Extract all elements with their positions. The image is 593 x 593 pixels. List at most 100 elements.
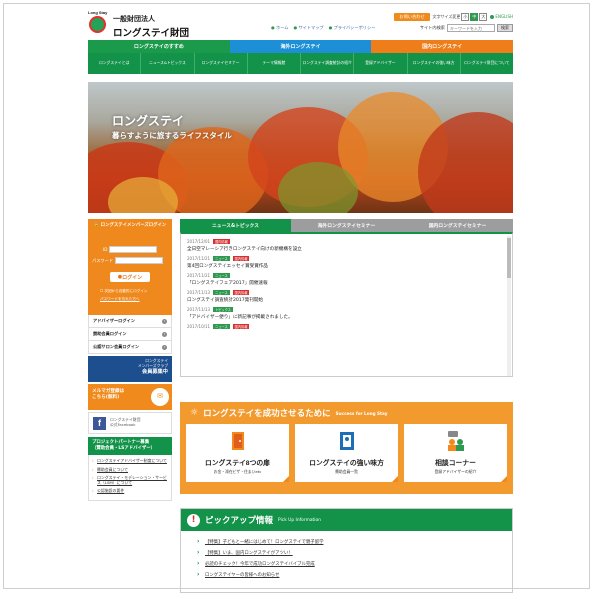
logo[interactable]: Long Stay [88,10,110,34]
salon-login-link[interactable]: 公認サロン会員ログイン › [88,341,172,354]
news-item[interactable]: 2017/11/13 トピックス 「アドバイザー便り」に新記事が掲載されました。 [187,307,506,320]
card-consultation[interactable]: 相談コーナー 登録アドバイザーの紹介 [404,424,507,482]
card-supporters[interactable]: ロングステイの強い味方 賛助会員一覧 [295,424,398,482]
news-panel: ニュース&トピックス 海外ロングステイセミナー 国内ロングステイセミナー 201… [180,219,513,377]
news-scrollbar[interactable] [507,236,511,376]
subnav-item-advisers[interactable]: 登録アドバイザー [354,53,408,74]
news-title[interactable]: 全日空マレーシア行きロングステイ向けの新機構を設立 [187,246,506,252]
tab-overseas-seminar[interactable]: 海外ロングステイセミナー [291,219,402,232]
news-tabs: ニュース&トピックス 海外ロングステイセミナー 国内ロングステイセミナー [180,219,513,232]
card-eight-doors[interactable]: ロングステイ8つの扉 お金・滞在ビザ・住まいetc [186,424,289,482]
news-meta: 2017/11/13 ニュース 国内情報 [187,290,506,295]
news-tag: 国内情報 [232,256,250,261]
home-link[interactable]: ● ホーム [271,25,288,31]
news-item[interactable]: 2017/12/01 国内情報 全日空マレーシア行きロングステイ向けの新機構を設立 [187,239,506,252]
search-button[interactable]: 検索 [497,24,513,32]
id-row: ID [103,246,158,253]
adviser-login-link[interactable]: アドバイザーログイン › [88,315,172,328]
facebook-banner[interactable]: f ロングステイ財団 公式Facebook [88,412,172,434]
news-date: 2017/10/11 [187,324,211,329]
subnav-item-foundation[interactable]: ロングステイ財団について [461,53,513,74]
news-title[interactable]: 「ロングステイフェア2017」開催速報 [187,280,506,286]
subnav-item-supporters[interactable]: ロングステイの強い味方 [408,53,461,74]
news-meta: 2017/12/01 国内情報 [187,239,506,244]
tab-domestic[interactable]: 国内ロングステイ [371,40,514,53]
english-link[interactable]: ENGLISH [490,14,513,19]
org-name: ロングステイ財団 [113,28,190,39]
logo-small-text: Long Stay [88,10,108,15]
lock-icon: 🔒 [93,223,101,228]
facebook-icon: f [93,416,106,430]
id-input[interactable] [109,246,158,253]
partner-link-adviser[interactable]: ロングステイアドバイザー制度について [92,458,167,464]
news-item[interactable]: 2017/11/21 ニュース 国内情報 第4回ロングステイエッセイ賞受賞作品 [187,256,506,269]
forgot-password-link[interactable]: パスワードを忘れた方へ [100,297,140,302]
subnav-item-theme[interactable]: テーマ情報館 [248,53,301,74]
news-meta: 2017/11/21 ニュース [187,273,506,278]
partner-link-supporter[interactable]: 賛助会員について [92,467,167,473]
partner-links: ロングステイアドバイザー制度について 賛助会員について ロングステイ・モデレーシ… [88,455,172,501]
page: Long Stay 一般財団法人 ロングステイ財団 お問い合わせ 文字サイズ変更… [88,8,514,593]
corner-arrow-icon [392,476,398,482]
scrollbar-thumb[interactable] [507,238,511,278]
sitemap-link[interactable]: ● サイトマップ [293,25,323,31]
news-date: 2017/11/13 [187,307,211,312]
tab-overseas[interactable]: 海外ロングステイ [229,40,372,53]
hero-title: ロングステイ [112,114,185,128]
pickup-item[interactable]: 必読のチェック！今年で成功ロングステイバイブル完成 [197,560,512,567]
id-label: ID [103,247,108,252]
news-tag: ニュース [213,273,230,278]
font-size-medium-button[interactable]: 中 [470,12,479,21]
news-item[interactable]: 2017/11/21 ニュース 「ロングステイフェア2017」開催速報 [187,273,506,286]
news-item[interactable]: 2017/11/13 ニュース 国内情報 ロングステイ調査統計2017発刊開始 [187,290,506,303]
contact-button[interactable]: お問い合わせ [394,12,430,21]
privacy-link[interactable]: ● プライバシーポリシー [329,25,376,31]
subnav-item-news[interactable]: ニュース&トピックス [141,53,195,74]
news-title[interactable]: 「アドバイザー便り」に新記事が掲載されました。 [187,314,506,320]
partner-link-facility[interactable]: 公認施設の要件 [92,488,167,494]
news-meta: 2017/11/21 ニュース 国内情報 [187,256,506,261]
news-item[interactable]: 2017/10/11 ニュース 国内情報 [187,324,506,329]
supporter-login-link[interactable]: 賛助会員ログイン › [88,328,172,341]
subnav-item-research[interactable]: ロングステイ調査統計の紹介 [301,53,355,74]
news-date: 2017/11/21 [187,256,211,261]
pickup-item[interactable]: 【特集】子どもと一緒にはじめて！ロングステイで親子留学 [197,538,512,545]
hero-subtitle: 暮らすように旅するライフスタイル [112,131,232,140]
password-row: パスワード [92,257,163,264]
news-tag: ニュース [213,290,230,295]
pickup-list: 【特集】子どもと一緒にはじめて！ロングステイで親子留学 【特集】いま、国内ロング… [181,531,512,578]
subnav-item-seminar[interactable]: ロングステイセミナー [195,53,248,74]
news-tag: 国内情報 [232,324,250,329]
org-name-block[interactable]: 一般財団法人 ロングステイ財団 [113,14,189,39]
header: Long Stay 一般財団法人 ロングステイ財団 お問い合わせ 文字サイズ変更… [88,8,513,39]
members-club-banner[interactable]: ロングステイ メンバーズクラブ 会員募集中 [88,356,172,382]
subnav-item-about[interactable]: ロングステイとは [88,53,142,74]
tab-longstay-recommend[interactable]: ロングステイのすすめ [88,40,230,53]
font-size-small-button[interactable]: 小 [461,12,470,21]
password-input[interactable] [114,257,163,264]
mailmag-banner[interactable]: メルマガ登録は こちら(無料) ✉ [88,384,172,410]
door-icon [231,432,244,450]
news-meta: 2017/10/11 ニュース 国内情報 [187,324,506,329]
news-tag: 国内情報 [213,239,230,244]
remember-login[interactable]: ☐ 次回から自動的にログイン [100,289,148,294]
font-size-switcher: 文字サイズ変更 小 中 大 [432,12,488,21]
lightbulb-icon: ☼ [190,408,199,418]
font-size-large-button[interactable]: 大 [479,12,488,21]
chevron-right-icon: › [162,331,167,337]
chevron-right-icon: › [162,318,167,324]
news-title[interactable]: 第4回ロングステイエッセイ賞受賞作品 [187,263,506,269]
main-tabs: ロングステイのすすめ 海外ロングステイ 国内ロングステイ [88,40,514,53]
tab-news-topics[interactable]: ニュース&トピックス [180,219,291,232]
search-input[interactable] [447,24,495,32]
pickup-item[interactable]: ロングステイヤーの皆様へのお知らせ [197,571,512,578]
login-button[interactable]: ● ログイン [110,272,150,282]
tab-domestic-seminar[interactable]: 国内ロングステイセミナー [402,219,513,232]
pickup-item[interactable]: 【特集】いま、国内ロングステイがアツい！ [197,549,512,556]
news-title[interactable]: ロングステイ調査統計2017発刊開始 [187,297,506,303]
partner-link-lsm[interactable]: ロングステイ・モデレーション・サービス（LSM）について [92,475,167,486]
password-label: パスワード [92,257,113,263]
news-date: 2017/12/01 [187,239,211,244]
news-tag: ニュース [213,324,230,329]
font-size-label: 文字サイズ変更 [432,13,461,19]
